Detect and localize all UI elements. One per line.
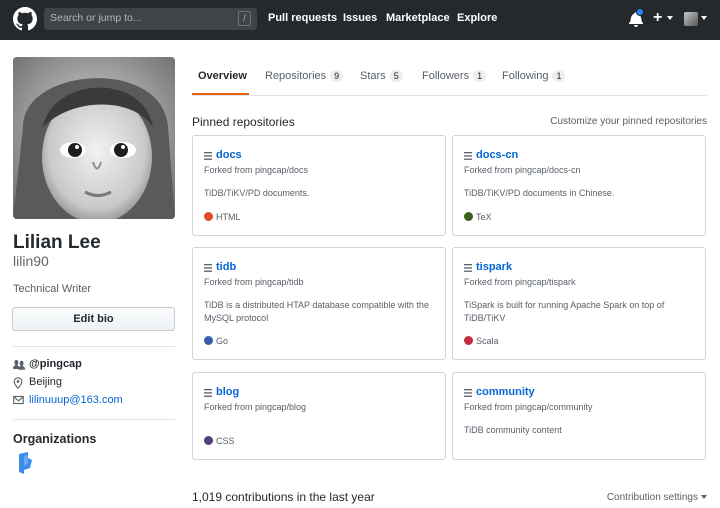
pinned-repo-card: tispark Forked from pingcap/tispark TiSpar… — [452, 247, 706, 360]
pinned-repo-card: community Forked from pingcap/community Ti… — [452, 372, 706, 460]
edit-bio-button[interactable]: Edit bio — [12, 307, 175, 331]
search-input[interactable]: Search or jump to... / — [44, 8, 257, 30]
chevron-down-icon — [701, 495, 707, 499]
repo-name-link[interactable]: tidb — [216, 261, 236, 273]
profile-avatar[interactable] — [13, 57, 175, 219]
pingcap-org-logo[interactable] — [16, 452, 34, 474]
unread-indicator — [636, 8, 644, 16]
pinned-repo-card: docs-cn Forked from pingcap/docs-cn TiDB/T… — [452, 135, 706, 236]
pinned-heading: Pinned repositories — [192, 115, 295, 129]
repo-list-icon — [464, 152, 472, 160]
pinned-repo-card: tidb Forked from pingcap/tidb TiDB is a di… — [192, 247, 446, 360]
repo-fork-source: Forked from pingcap/community — [464, 402, 593, 412]
repo-fork-source: Forked from pingcap/docs-cn — [464, 165, 581, 175]
profile-name: Lilian Lee — [13, 232, 101, 253]
people-icon — [13, 360, 25, 370]
repo-fork-source: Forked from pingcap/blog — [204, 402, 307, 412]
repo-list-icon — [204, 152, 212, 160]
search-shortcut-key: / — [238, 11, 251, 26]
location-text: Beijing — [29, 376, 63, 388]
profile-caret-icon[interactable] — [701, 16, 707, 20]
mail-icon — [13, 395, 24, 405]
repo-list-icon — [204, 389, 212, 397]
nav-pull-requests[interactable]: Pull requests — [268, 12, 337, 24]
repo-fork-source: Forked from pingcap/tidb — [204, 277, 304, 287]
top-header: Search or jump to... / Pull requests Iss… — [0, 0, 720, 40]
github-logo-icon[interactable] — [13, 7, 37, 31]
repo-description: TiDB/TiKV/PD documents. — [204, 188, 310, 198]
create-caret-icon[interactable] — [667, 16, 673, 20]
repo-language: CSS — [204, 436, 235, 446]
language-color-dot — [204, 212, 213, 221]
email-link[interactable]: lilinuuup@163.com — [29, 394, 123, 406]
repo-name-link[interactable]: blog — [216, 386, 239, 398]
tab-following[interactable]: Following 1 — [502, 70, 566, 82]
create-new-plus-icon[interactable]: + — [653, 9, 662, 27]
followers-count: 1 — [473, 70, 487, 82]
repo-name-link[interactable]: community — [476, 386, 535, 398]
profile-bio: Technical Writer — [13, 283, 92, 295]
organizations-heading: Organizations — [13, 432, 97, 446]
repo-name-link[interactable]: tispark — [476, 261, 512, 273]
nav-issues[interactable]: Issues — [343, 12, 377, 24]
repo-fork-source: Forked from pingcap/tispark — [464, 277, 576, 287]
following-count: 1 — [552, 70, 566, 82]
tab-stars[interactable]: Stars 5 — [360, 70, 403, 82]
location-pin-icon — [13, 377, 23, 389]
language-color-dot — [204, 336, 213, 345]
repo-description: TiDB community content — [464, 425, 562, 435]
profile-login: lilin90 — [13, 253, 49, 269]
tab-divider — [192, 95, 707, 96]
repo-description: TiSpark is built for running Apache Spar… — [464, 300, 665, 323]
repo-name-link[interactable]: docs-cn — [476, 149, 518, 161]
contribution-settings-dropdown[interactable]: Contribution settings — [607, 492, 707, 503]
repo-list-icon — [464, 389, 472, 397]
repo-name-link[interactable]: docs — [216, 149, 242, 161]
repo-language: TeX — [464, 212, 492, 222]
company-text: @pingcap — [29, 358, 82, 370]
contributions-summary: 1,019 contributions in the last year — [192, 490, 375, 504]
header-avatar[interactable] — [684, 12, 698, 26]
avatar-portrait-image — [13, 57, 175, 219]
nav-explore[interactable]: Explore — [457, 12, 497, 24]
divider — [13, 346, 175, 347]
selected-tab-indicator — [192, 93, 249, 95]
tab-overview[interactable]: Overview — [198, 70, 247, 82]
repositories-count: 9 — [330, 70, 344, 82]
stars-count: 5 — [389, 70, 403, 82]
repo-language: HTML — [204, 212, 241, 222]
divider — [13, 419, 175, 420]
tab-followers[interactable]: Followers 1 — [422, 70, 487, 82]
search-placeholder: Search or jump to... — [50, 12, 142, 24]
language-color-dot — [464, 212, 473, 221]
pinned-repo-card: blog Forked from pingcap/blog CSS — [192, 372, 446, 460]
nav-marketplace[interactable]: Marketplace — [386, 12, 450, 24]
language-color-dot — [464, 336, 473, 345]
repo-list-icon — [204, 264, 212, 272]
customize-pinned-link[interactable]: Customize your pinned repositories — [550, 116, 707, 127]
pinned-repo-card: docs Forked from pingcap/docs TiDB/TiKV/PD… — [192, 135, 446, 236]
repo-fork-source: Forked from pingcap/docs — [204, 165, 309, 175]
repo-description: TiDB is a distributed HTAP database comp… — [204, 300, 429, 323]
repo-list-icon — [464, 264, 472, 272]
tab-repositories[interactable]: Repositories 9 — [265, 70, 344, 82]
repo-language: Go — [204, 336, 228, 346]
language-color-dot — [204, 436, 213, 445]
repo-description: TiDB/TiKV/PD documents in Chinese. — [464, 188, 615, 198]
repo-language: Scala — [464, 336, 499, 346]
